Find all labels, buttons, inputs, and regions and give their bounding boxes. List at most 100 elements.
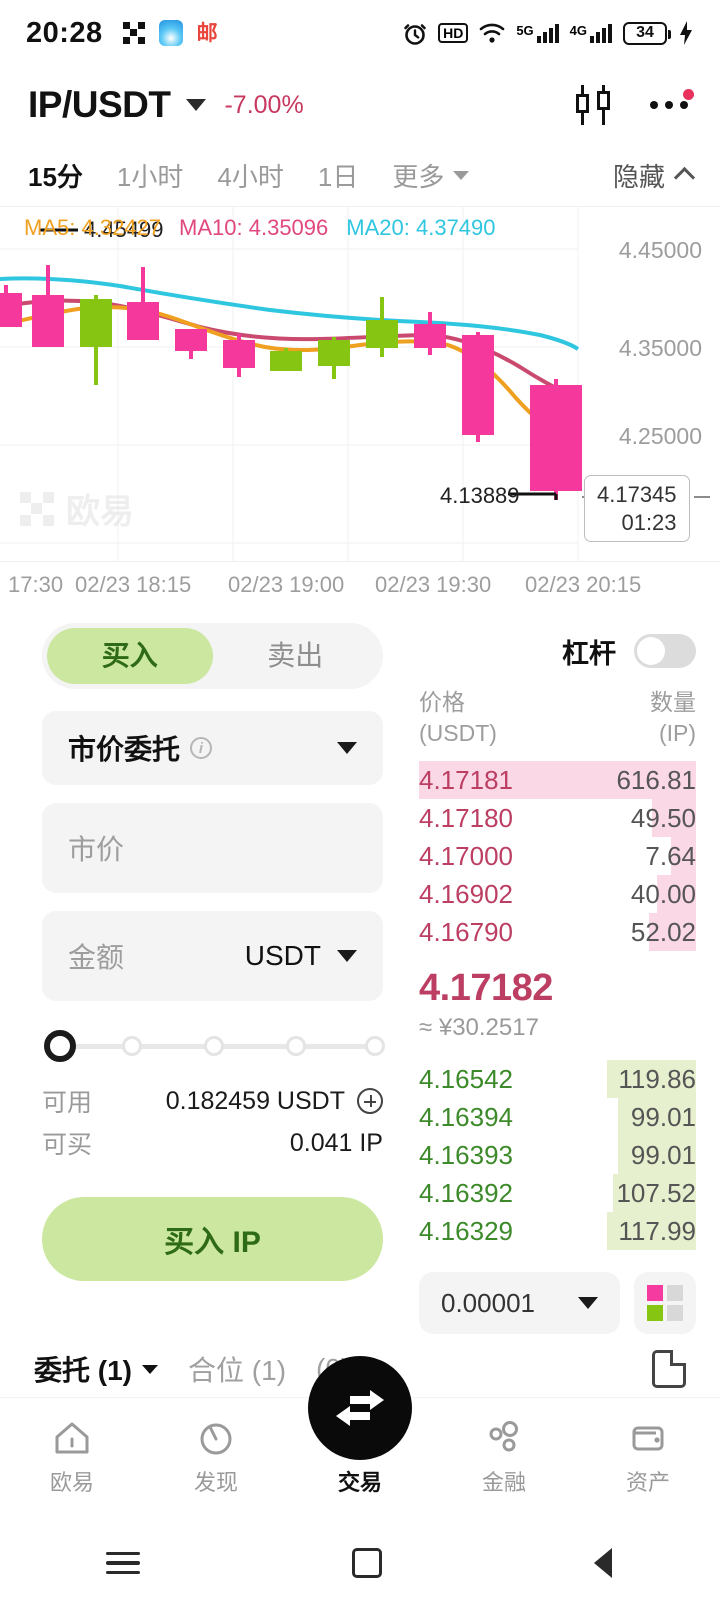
chevron-down-icon[interactable] — [337, 950, 357, 962]
slider-node-75[interactable] — [286, 1036, 306, 1056]
ma-legend: MA5: 4.32427 MA10: 4.35096 MA20: 4.37490 — [24, 215, 496, 241]
tab-open-orders[interactable]: 委托 (1) — [34, 1349, 159, 1389]
submit-buy-button[interactable]: 买入 IP — [42, 1197, 383, 1281]
ask-qty: 52.02 — [630, 916, 696, 947]
slider-node-100[interactable] — [365, 1036, 385, 1056]
table-row[interactable]: 4.17180 49.50 — [419, 799, 696, 838]
table-row[interactable]: 4.17000 7.64 — [419, 837, 696, 876]
table-row[interactable]: 4.16393 99.01 — [419, 1136, 696, 1175]
fiat-equivalent: ≈ ¥30.2517 — [419, 1014, 539, 1042]
leverage-toggle[interactable] — [634, 634, 696, 668]
bid-price: 4.16329 — [419, 1215, 513, 1246]
col-price-label: 价格 — [419, 689, 465, 715]
y-tick-3: 4.25000 — [618, 423, 702, 449]
timeframe-15m[interactable]: 15分 — [28, 157, 83, 194]
mid-price-block: 4.17182 ≈ ¥30.2517 — [419, 967, 696, 1042]
ask-price: 4.17180 — [419, 802, 513, 833]
depth-layout-button[interactable] — [634, 1272, 696, 1335]
col-qty-label: 数量 — [650, 689, 696, 715]
ask-qty: 49.50 — [630, 802, 696, 833]
price-input[interactable]: 市价 — [42, 803, 383, 893]
buyable-row: 可买 0.041 IP — [42, 1125, 383, 1161]
bid-qty: 119.86 — [618, 1063, 696, 1094]
table-row[interactable]: 4.16542 119.86 — [419, 1060, 696, 1099]
nav-item-finance[interactable]: 金融 — [432, 1416, 576, 1497]
chevron-down-icon — [337, 742, 357, 754]
chart-hide-button[interactable]: 隐藏 — [613, 157, 696, 194]
tab-positions[interactable]: 合位 (1) — [188, 1349, 286, 1389]
tick-size-select[interactable]: 0.00001 — [419, 1272, 620, 1335]
buy-sell-toggle: 买入 卖出 — [42, 623, 383, 689]
order-type-value: 市价委托 — [68, 734, 181, 765]
bid-price: 4.16392 — [419, 1177, 513, 1208]
sell-tab[interactable]: 卖出 — [213, 628, 379, 684]
x-tick-1: 17:30 — [8, 571, 64, 597]
timeframe-more-button[interactable]: 更多 — [392, 157, 470, 194]
amount-currency[interactable]: USDT — [245, 940, 321, 972]
timeframe-1d[interactable]: 1日 — [318, 157, 358, 194]
nav-item-assets[interactable]: 资产 — [576, 1416, 720, 1497]
chevron-down-icon[interactable] — [186, 99, 207, 111]
tab-open-orders-label: 委托 (1) — [34, 1355, 133, 1386]
status-bar: 20:28 邮 HD 5G 4G 34 — [0, 0, 720, 66]
home-icon — [53, 1416, 91, 1456]
table-row[interactable]: 4.17181 616.81 — [419, 761, 696, 800]
order-book-header: 价格 (USDT) 数量 (IP) — [419, 687, 696, 749]
table-row[interactable]: 4.16394 99.01 — [419, 1098, 696, 1137]
chart-low-label: 4.13889 — [440, 483, 520, 508]
timeframe-1h[interactable]: 1小时 — [117, 157, 183, 194]
more-options-icon[interactable] — [650, 89, 694, 109]
document-icon — [652, 1350, 686, 1388]
charging-icon — [680, 21, 692, 45]
col-qty-unit: (IP) — [658, 720, 696, 747]
available-label: 可用 — [42, 1089, 93, 1117]
y-tick-1: 4.45000 — [618, 237, 702, 263]
add-funds-icon[interactable] — [357, 1088, 383, 1114]
back-icon[interactable] — [594, 1546, 614, 1580]
exchange-watermark: 欧易 — [20, 484, 134, 533]
info-icon[interactable]: i — [190, 737, 213, 759]
battery-icon: 34 — [623, 21, 671, 45]
leverage-row: 杠杆 — [419, 623, 696, 679]
home-square-icon[interactable] — [352, 1548, 382, 1578]
slider-node-25[interactable] — [122, 1036, 142, 1056]
finance-icon — [485, 1416, 523, 1456]
table-row[interactable]: 4.16392 107.52 — [419, 1174, 696, 1213]
ask-qty: 616.81 — [616, 764, 696, 795]
amount-input[interactable]: 金额 USDT — [42, 911, 383, 1001]
table-row[interactable]: 4.16902 40.00 — [419, 875, 696, 914]
chart-x-axis: 17:30 02/23 18:15 02/23 19:00 02/23 19:3… — [0, 561, 720, 607]
bid-qty: 99.01 — [630, 1101, 696, 1132]
nav-item-discover[interactable]: 发现 — [144, 1416, 288, 1497]
wifi-icon — [480, 23, 505, 43]
ask-price: 4.16902 — [419, 878, 513, 909]
pair-symbol[interactable]: IP/USDT — [28, 84, 171, 126]
order-records-button[interactable] — [652, 1350, 686, 1388]
available-value: 0.182459 USDT — [165, 1086, 345, 1115]
mosaic-icon — [122, 22, 145, 44]
amount-percent-slider[interactable] — [44, 1019, 385, 1073]
slider-handle[interactable] — [44, 1030, 76, 1062]
nav-item-home[interactable]: 欧易 — [0, 1416, 144, 1497]
tick-size-value: 0.00001 — [441, 1287, 535, 1318]
watermark-text: 欧易 — [66, 493, 134, 531]
ma20-legend: MA20: 4.37490 — [346, 215, 496, 240]
menu-icon[interactable] — [106, 1546, 140, 1581]
table-row[interactable]: 4.16790 52.02 — [419, 913, 696, 952]
status-right-icons: HD 5G 4G 34 — [403, 20, 694, 46]
bid-rows: 4.16542 119.86 4.16394 99.01 4.16393 99.… — [419, 1060, 696, 1251]
table-row[interactable]: 4.16329 117.99 — [419, 1212, 696, 1251]
timeframe-4h[interactable]: 4小时 — [217, 157, 283, 194]
signal-4g-icon: 4G — [570, 23, 612, 43]
price-chart[interactable]: MA5: 4.32427 MA10: 4.35096 MA20: 4.37490 — [0, 206, 720, 561]
wallet-icon — [629, 1416, 667, 1456]
buy-tab[interactable]: 买入 — [47, 628, 213, 684]
order-type-select[interactable]: 市价委托 i — [42, 711, 383, 785]
leverage-label: 杠杆 — [562, 638, 616, 669]
ma5-legend: MA5: 4.32427 — [24, 215, 162, 240]
bid-price: 4.16393 — [419, 1139, 513, 1170]
assistant-icon — [158, 20, 183, 46]
trade-fab-button[interactable] — [308, 1356, 412, 1460]
slider-node-50[interactable] — [204, 1036, 224, 1056]
candlestick-icon[interactable] — [572, 85, 614, 125]
